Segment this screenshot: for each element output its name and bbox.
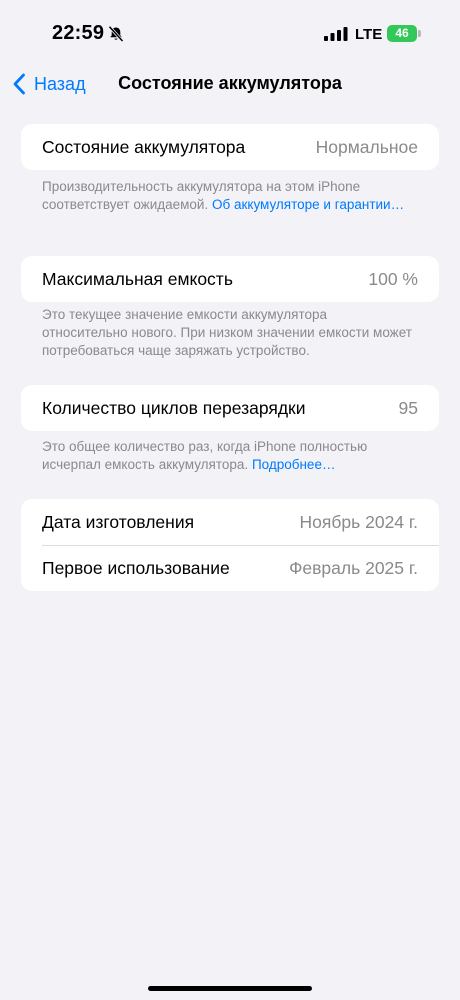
battery-health-label: Состояние аккумулятора	[42, 136, 246, 157]
bell-slash-icon	[108, 25, 124, 43]
cycle-count-value: 95	[398, 397, 418, 418]
maximum-capacity-label: Максимальная емкость	[42, 268, 233, 289]
first-use-value: Февраль 2025 г.	[289, 558, 418, 578]
status-time: 22:59	[52, 22, 105, 44]
first-use-row[interactable]: Первое использование Февраль 2025 г.	[42, 545, 439, 591]
home-indicator	[148, 986, 312, 991]
cycle-count-footnote: Это общее количество раз, когда iPhone п…	[42, 438, 412, 474]
cycle-count-group: Количество циклов перезарядки 95	[21, 385, 439, 431]
maximum-capacity-value: 100 %	[368, 268, 418, 289]
maximum-capacity-footnote-text: Это текущее значение емкости аккумулятор…	[42, 307, 412, 358]
battery-health-value: Нормальное	[315, 136, 418, 157]
cycle-count-row[interactable]: Количество циклов перезарядки 95	[21, 385, 439, 431]
first-use-label: Первое использование	[42, 558, 230, 578]
maximum-capacity-group: Максимальная емкость 100 %	[21, 256, 439, 302]
network-type: LTE	[355, 26, 383, 43]
status-bar: 22:59 LTE 46	[0, 0, 460, 64]
dates-group: Дата изготовления Ноябрь 2024 г. Первое …	[21, 499, 439, 591]
battery-health-group: Состояние аккумулятора Нормальное	[21, 124, 439, 170]
manufacture-date-row[interactable]: Дата изготовления Ноябрь 2024 г.	[21, 499, 439, 545]
battery-health-row[interactable]: Состояние аккумулятора Нормальное	[21, 124, 439, 170]
battery-level: 46	[395, 26, 409, 40]
navigation-bar: Назад Состояние аккумулятора	[0, 64, 460, 104]
learn-more-link[interactable]: Подробнее…	[252, 457, 336, 472]
cycle-count-label: Количество циклов перезарядки	[42, 397, 306, 418]
page-title: Состояние аккумулятора	[118, 73, 342, 93]
maximum-capacity-row[interactable]: Максимальная емкость 100 %	[21, 256, 439, 302]
battery-health-footnote: Производительность аккумулятора на этом …	[42, 178, 412, 214]
about-battery-link[interactable]: Об аккумуляторе и гаран­тии…	[212, 197, 404, 212]
maximum-capacity-footnote: Это текущее значение емкости аккумулятор…	[42, 306, 412, 360]
battery-icon: 46	[387, 25, 421, 42]
manufacture-date-label: Дата изготовления	[42, 511, 195, 532]
cellular-signal-icon	[324, 27, 348, 41]
manufacture-date-value: Ноябрь 2024 г.	[299, 511, 418, 532]
